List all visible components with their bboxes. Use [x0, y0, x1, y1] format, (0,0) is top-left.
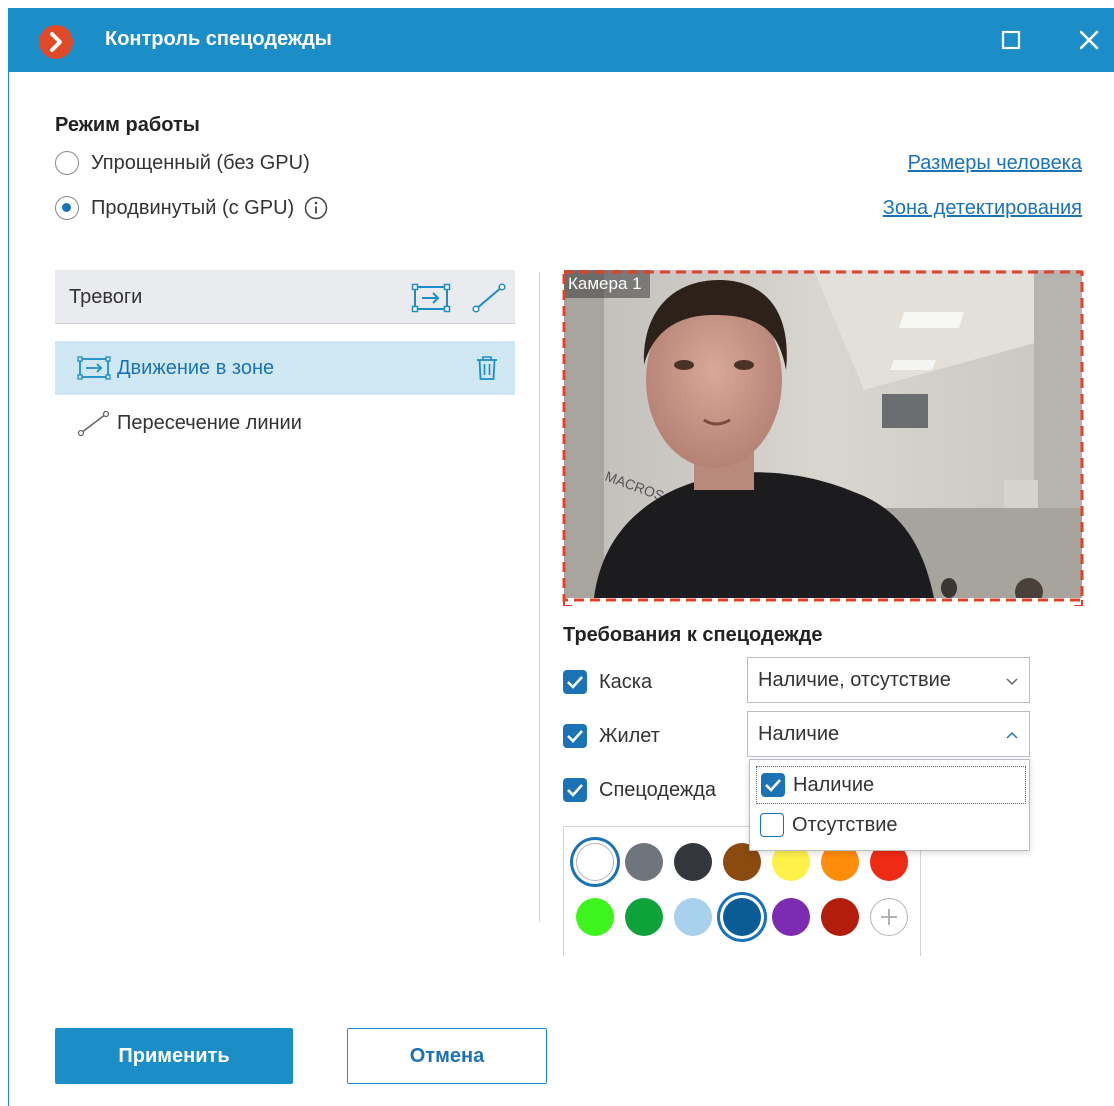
checkbox-checked[interactable]: [563, 778, 587, 802]
checkmark-icon: [765, 779, 781, 792]
window-title: Контроль спецодежды: [105, 28, 332, 50]
add-zone-icon[interactable]: [411, 282, 451, 314]
app-logo-icon: [39, 25, 73, 59]
cancel-button[interactable]: Отмена: [347, 1028, 547, 1084]
checkbox-unchecked[interactable]: [760, 813, 784, 837]
detection-zone-link[interactable]: Зона детектирования: [883, 197, 1082, 220]
checkbox-checked[interactable]: [761, 773, 785, 797]
select-value: Наличие, отсутствие: [758, 669, 951, 691]
plus-icon: [881, 909, 897, 925]
checkmark-icon: [567, 730, 583, 743]
alarms-header: Тревоги: [55, 270, 515, 324]
line-icon: [77, 410, 110, 436]
vest-dropdown-list: Наличие Отсутствие: [749, 759, 1030, 851]
color-swatch[interactable]: [674, 843, 712, 881]
panel-divider: [539, 272, 540, 922]
trash-icon[interactable]: [475, 355, 499, 381]
mode-section-title: Режим работы: [55, 114, 200, 136]
close-button[interactable]: [1075, 26, 1103, 54]
requirements-title: Требования к спецодежде: [563, 624, 823, 646]
dropdown-option-present[interactable]: Наличие: [756, 766, 1026, 804]
title-bar: Контроль спецодежды: [9, 8, 1114, 72]
checkbox-checked[interactable]: [563, 724, 587, 748]
alarm-item-label: Движение в зоне: [117, 356, 275, 379]
dropdown-option-label: Отсутствие: [792, 813, 898, 836]
color-swatch[interactable]: [576, 898, 614, 936]
checkmark-icon: [567, 676, 583, 689]
vest-select[interactable]: Наличие: [747, 711, 1030, 757]
dialog-window: Контроль спецодежды Режим работы Упрощен…: [8, 8, 1114, 1106]
color-swatch[interactable]: [723, 898, 761, 936]
alarm-item-zone-motion[interactable]: Движение в зоне: [55, 341, 515, 395]
apply-button[interactable]: Применить: [55, 1028, 293, 1084]
color-swatch[interactable]: [625, 843, 663, 881]
close-icon: [1079, 30, 1099, 50]
select-value: Наличие: [758, 723, 840, 745]
mode-option-label: Упрощенный (без GPU): [91, 151, 310, 174]
radio-button-selected[interactable]: [55, 196, 79, 220]
detection-zone-border[interactable]: [562, 270, 1084, 606]
add-color-button[interactable]: [870, 898, 908, 936]
person-size-link[interactable]: Размеры человека: [908, 152, 1082, 175]
maximize-icon: [1001, 30, 1021, 50]
requirement-label: Жилет: [599, 724, 660, 747]
alarm-item-line-crossing[interactable]: Пересечение линии: [55, 396, 515, 450]
add-line-icon[interactable]: [469, 282, 509, 314]
alarms-header-label: Тревоги: [69, 286, 143, 308]
maximize-button[interactable]: [997, 26, 1025, 54]
requirement-helmet[interactable]: Каска: [563, 670, 652, 694]
color-swatch[interactable]: [625, 898, 663, 936]
alarm-item-label: Пересечение линии: [117, 411, 302, 434]
requirement-vest[interactable]: Жилет: [563, 724, 660, 748]
color-swatch[interactable]: [821, 898, 859, 936]
requirement-workwear[interactable]: Спецодежда: [563, 778, 716, 802]
color-swatch[interactable]: [772, 898, 810, 936]
checkbox-checked[interactable]: [563, 670, 587, 694]
mode-option-simple[interactable]: Упрощенный (без GPU): [55, 151, 310, 175]
mode-option-advanced[interactable]: Продвинутый (с GPU): [55, 196, 328, 220]
chevron-down-icon: [1006, 678, 1018, 686]
dropdown-option-label: Наличие: [793, 773, 875, 796]
checkmark-icon: [567, 784, 583, 797]
radio-button[interactable]: [55, 151, 79, 175]
zone-icon: [77, 356, 111, 380]
color-swatch[interactable]: [674, 898, 712, 936]
requirement-label: Каска: [599, 670, 653, 693]
chevron-up-icon: [1006, 731, 1018, 739]
mode-option-label: Продвинутый (с GPU): [91, 196, 295, 219]
dropdown-option-absent[interactable]: Отсутствие: [756, 806, 1026, 844]
color-swatch[interactable]: [576, 843, 614, 881]
helmet-select[interactable]: Наличие, отсутствие: [747, 657, 1030, 703]
info-icon[interactable]: [304, 196, 328, 220]
requirement-label: Спецодежда: [599, 778, 717, 801]
